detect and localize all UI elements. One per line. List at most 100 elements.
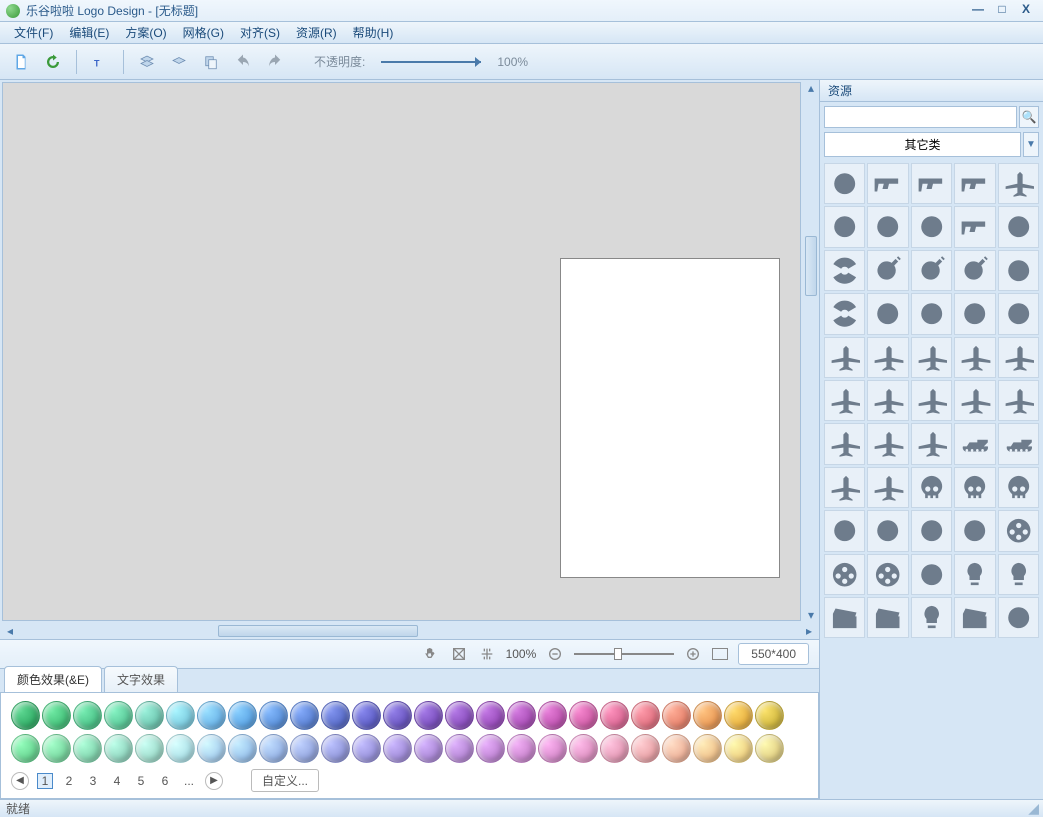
opacity-slider[interactable] xyxy=(381,61,481,63)
burst-icon[interactable] xyxy=(911,554,952,595)
vr-icon[interactable] xyxy=(824,510,865,551)
fighter2-icon[interactable] xyxy=(911,380,952,421)
copy-button[interactable] xyxy=(198,49,224,75)
pistol-icon[interactable] xyxy=(867,163,908,204)
menu-file[interactable]: 文件(F) xyxy=(6,22,61,43)
canvas-rect-icon[interactable] xyxy=(712,648,728,660)
menu-help[interactable]: 帮助(H) xyxy=(345,22,402,43)
pager-prev-button[interactable]: ◀ xyxy=(11,772,29,790)
color-swatch[interactable] xyxy=(662,701,691,730)
menu-align[interactable]: 对齐(S) xyxy=(232,22,288,43)
menu-edit[interactable]: 编辑(E) xyxy=(61,22,117,43)
color-swatch[interactable] xyxy=(569,734,598,763)
skull2-icon[interactable] xyxy=(954,467,995,508)
custom-color-button[interactable]: 自定义... xyxy=(251,769,319,792)
color-swatch[interactable] xyxy=(321,734,350,763)
scroll-left-icon[interactable]: ◂ xyxy=(2,623,18,639)
color-swatch[interactable] xyxy=(600,701,629,730)
refresh-button[interactable] xyxy=(40,49,66,75)
revolver-icon[interactable] xyxy=(911,163,952,204)
scroll-right-icon[interactable]: ▸ xyxy=(801,623,817,639)
layer-button-2[interactable] xyxy=(166,49,192,75)
menu-plan[interactable]: 方案(O) xyxy=(117,22,174,43)
zoom-slider[interactable] xyxy=(574,653,674,655)
grenade-icon[interactable] xyxy=(954,250,995,291)
color-swatch[interactable] xyxy=(197,734,226,763)
color-swatch[interactable] xyxy=(104,701,133,730)
prop-icon[interactable] xyxy=(824,467,865,508)
color-swatch[interactable] xyxy=(662,734,691,763)
color-swatch[interactable] xyxy=(724,734,753,763)
tab-color-effect[interactable]: 颜色效果(&E) xyxy=(4,666,102,692)
glider-icon[interactable] xyxy=(998,337,1039,378)
maximize-button[interactable]: □ xyxy=(991,3,1013,19)
drone-icon[interactable] xyxy=(911,423,952,464)
radar-icon[interactable] xyxy=(954,510,995,551)
color-swatch[interactable] xyxy=(290,701,319,730)
color-swatch[interactable] xyxy=(228,701,257,730)
color-swatch[interactable] xyxy=(600,734,629,763)
reel3-icon[interactable] xyxy=(867,554,908,595)
chopper2-icon[interactable] xyxy=(867,423,908,464)
color-swatch[interactable] xyxy=(693,734,722,763)
color-swatch[interactable] xyxy=(166,734,195,763)
color-swatch[interactable] xyxy=(259,734,288,763)
radiation-icon[interactable] xyxy=(824,250,865,291)
ship-icon[interactable] xyxy=(998,423,1039,464)
color-swatch[interactable] xyxy=(755,701,784,730)
color-swatch[interactable] xyxy=(383,701,412,730)
color-swatch[interactable] xyxy=(569,701,598,730)
lasso-icon[interactable] xyxy=(867,293,908,334)
resource-category-select[interactable]: 其它类 xyxy=(824,132,1021,157)
screen-icon[interactable] xyxy=(954,597,995,638)
zoom-slider-knob[interactable] xyxy=(614,648,622,660)
clapper2-icon[interactable] xyxy=(867,597,908,638)
light-icon[interactable] xyxy=(911,597,952,638)
color-swatch[interactable] xyxy=(445,734,474,763)
color-swatch[interactable] xyxy=(290,734,319,763)
color-swatch[interactable] xyxy=(228,734,257,763)
color-swatch[interactable] xyxy=(259,701,288,730)
bomb2-icon[interactable] xyxy=(911,250,952,291)
crosshair-icon[interactable] xyxy=(998,206,1039,247)
new-file-button[interactable] xyxy=(8,49,34,75)
reel-icon[interactable] xyxy=(998,510,1039,551)
text-tool-button[interactable]: T xyxy=(87,49,113,75)
color-swatch[interactable] xyxy=(538,734,567,763)
color-swatch[interactable] xyxy=(476,734,505,763)
pager-next-button[interactable]: ▶ xyxy=(205,772,223,790)
missile-icon[interactable] xyxy=(998,380,1039,421)
color-swatch[interactable] xyxy=(631,734,660,763)
color-swatch[interactable] xyxy=(445,701,474,730)
horizontal-scrollbar[interactable]: ◂ ▸ xyxy=(0,623,819,639)
color-swatch[interactable] xyxy=(693,701,722,730)
knife-icon[interactable] xyxy=(824,206,865,247)
bullet-icon[interactable] xyxy=(867,206,908,247)
color-swatch[interactable] xyxy=(352,734,381,763)
reel2-icon[interactable] xyxy=(824,554,865,595)
tank-icon[interactable] xyxy=(954,423,995,464)
tab-text-effect[interactable]: 文字效果 xyxy=(104,666,178,692)
jerrycan-icon[interactable] xyxy=(911,293,952,334)
pager-page-4[interactable]: 4 xyxy=(109,774,125,788)
pager-page-2[interactable]: 2 xyxy=(61,774,77,788)
color-swatch[interactable] xyxy=(104,734,133,763)
color-swatch[interactable] xyxy=(11,734,40,763)
vertical-scrollbar[interactable]: ▴ ▾ xyxy=(803,80,819,623)
color-swatch[interactable] xyxy=(42,734,71,763)
chevron-down-icon[interactable]: ▼ xyxy=(1023,132,1039,157)
color-swatch[interactable] xyxy=(166,701,195,730)
rocket-icon[interactable] xyxy=(998,163,1039,204)
hscroll-track[interactable] xyxy=(18,625,801,637)
pager-page-1[interactable]: 1 xyxy=(37,773,53,789)
pager-page-5[interactable]: 5 xyxy=(133,774,149,788)
menu-grid[interactable]: 网格(G) xyxy=(175,22,232,43)
fighter-icon[interactable] xyxy=(867,380,908,421)
minimize-button[interactable]: — xyxy=(967,3,989,19)
canvas-size-selector[interactable]: 550*400 xyxy=(738,643,809,665)
balloon-icon[interactable] xyxy=(998,554,1039,595)
color-swatch[interactable] xyxy=(755,734,784,763)
plane2-icon[interactable] xyxy=(867,337,908,378)
zoom-out-button[interactable] xyxy=(546,645,564,663)
zoom-in-button[interactable] xyxy=(684,645,702,663)
